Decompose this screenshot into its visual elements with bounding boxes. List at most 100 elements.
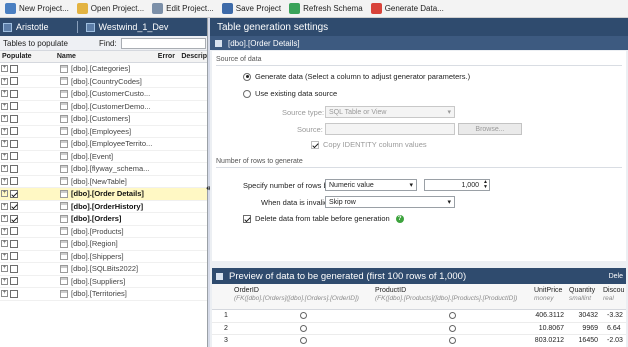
expand-icon[interactable]: +	[1, 290, 8, 298]
populate-checkbox[interactable]	[10, 64, 18, 73]
table-row[interactable]: + [dbo].[Region]	[0, 238, 207, 251]
populate-checkbox[interactable]	[10, 164, 18, 173]
settings-panel: Table generation settings [dbo].[Order D…	[210, 18, 628, 347]
specify-rows-dropdown[interactable]: Numeric value ▾	[325, 179, 417, 191]
expand-icon[interactable]: +	[1, 202, 8, 210]
generate-data-button[interactable]: Generate Data...	[368, 1, 447, 17]
table-row[interactable]: + [dbo].[Order Details]	[0, 188, 207, 201]
existing-source-radio[interactable]	[243, 89, 251, 98]
help-icon[interactable]: ?	[395, 214, 404, 223]
table-row[interactable]: + [dbo].[SQLBits2022]	[0, 263, 207, 276]
preview-row[interactable]: 3 803.0212 16450 -2.03	[212, 335, 626, 347]
refresh-schema-button[interactable]: Refresh Schema	[286, 1, 366, 17]
name-column-header[interactable]: Name	[57, 53, 158, 60]
expand-icon[interactable]: +	[1, 115, 8, 123]
expand-icon[interactable]: +	[1, 140, 8, 148]
error-column-header[interactable]: Error	[158, 53, 182, 60]
table-row[interactable]: + [dbo].[Shippers]	[0, 251, 207, 263]
expand-icon[interactable]: +	[1, 215, 8, 223]
rows-count-input[interactable]: 1,000 ▲ ▼	[424, 179, 490, 191]
unitprice-column-header[interactable]: UnitPrice money	[534, 287, 562, 302]
edit-project-button[interactable]: Edit Project...	[149, 1, 217, 17]
table-row[interactable]: + [dbo].[CustomerCusto...	[0, 88, 207, 101]
productid-column-header[interactable]: ProductID (FK([dbo].[Products]([dbo].[Pro…	[375, 287, 517, 302]
description-column-header[interactable]: Descrip	[181, 53, 207, 60]
expand-icon[interactable]: +	[1, 77, 8, 85]
generate-data-radio[interactable]	[243, 72, 251, 81]
browse-button[interactable]: Browse...	[458, 123, 522, 135]
populate-checkbox[interactable]	[10, 214, 18, 223]
copy-identity-option[interactable]: Copy IDENTITY column values	[311, 140, 427, 149]
new-project-button[interactable]: New Project...	[2, 1, 72, 17]
expand-icon[interactable]: +	[1, 165, 8, 173]
delete-before-generation-option[interactable]: Delete data from table before generation…	[243, 214, 404, 223]
expand-icon[interactable]: +	[1, 102, 8, 110]
table-row[interactable]: + [dbo].[CustomerDemo...	[0, 101, 207, 113]
invalid-data-label: When data is invalid:	[261, 198, 331, 207]
source-type-dropdown[interactable]: SQL Table or View ▾	[325, 106, 455, 118]
table-row[interactable]: + [dbo].[CountryCodes]	[0, 76, 207, 88]
expand-icon[interactable]: +	[1, 90, 8, 98]
populate-checkbox[interactable]	[10, 239, 18, 248]
populate-checkbox[interactable]	[10, 139, 18, 148]
populate-checkbox[interactable]	[10, 189, 18, 198]
populate-checkbox[interactable]	[10, 202, 18, 211]
populate-column-header[interactable]: Populate	[2, 53, 57, 60]
expand-icon[interactable]: +	[1, 65, 8, 73]
table-row[interactable]: + [dbo].[Territories]	[0, 288, 207, 301]
selected-table-header: [dbo].[Order Details]	[210, 36, 628, 50]
populate-checkbox[interactable]	[10, 177, 18, 186]
populate-checkbox[interactable]	[10, 289, 18, 298]
populate-checkbox[interactable]	[10, 277, 18, 286]
table-row[interactable]: + [dbo].[NewTable]	[0, 176, 207, 188]
open-project-button[interactable]: Open Project...	[74, 1, 147, 17]
existing-source-option[interactable]: Use existing data source	[243, 89, 337, 98]
orderid-column-header[interactable]: OrderID (FK([dbo].[Orders]([dbo].[Orders]…	[234, 287, 359, 302]
generate-data-option[interactable]: Generate data (Select a column to adjust…	[243, 72, 470, 81]
spinner-icon[interactable]: ▲ ▼	[483, 180, 488, 190]
expand-icon[interactable]: +	[1, 265, 8, 273]
populate-checkbox[interactable]	[10, 89, 18, 98]
expand-icon[interactable]: +	[1, 240, 8, 248]
table-row[interactable]: + [dbo].[Suppliers]	[0, 276, 207, 288]
expand-icon[interactable]: +	[1, 127, 8, 135]
connection-bar: Aristotle Westwind_1_Dev	[0, 18, 207, 36]
table-row[interactable]: + [dbo].[Categories]	[0, 63, 207, 76]
expand-icon[interactable]: +	[1, 277, 8, 285]
table-row[interactable]: + [dbo].[flyway_schema...	[0, 163, 207, 176]
populate-checkbox[interactable]	[10, 227, 18, 236]
table-row[interactable]: + [dbo].[EmployeeTerrito...	[0, 138, 207, 151]
expand-icon[interactable]: +	[1, 152, 8, 160]
table-row[interactable]: + [dbo].[Event]	[0, 151, 207, 163]
table-row[interactable]: + [dbo].[Customers]	[0, 113, 207, 126]
preview-row[interactable]: 2 10.8067 9969 6.64	[212, 323, 626, 335]
source-input[interactable]	[325, 123, 455, 135]
quantity-value: 16450	[578, 337, 598, 344]
populate-checkbox[interactable]	[10, 114, 18, 123]
populate-checkbox[interactable]	[10, 252, 18, 261]
copy-identity-checkbox[interactable]	[311, 140, 319, 149]
save-project-button[interactable]: Save Project	[219, 1, 284, 17]
populate-checkbox[interactable]	[10, 102, 18, 111]
expand-icon[interactable]: +	[1, 252, 8, 260]
table-row[interactable]: + [dbo].[Products]	[0, 226, 207, 238]
invalid-data-value: Skip row	[329, 198, 356, 206]
delete-before-generation-checkbox[interactable]	[243, 214, 251, 223]
populate-checkbox[interactable]	[10, 152, 18, 161]
table-row[interactable]: + [dbo].[OrderHistory]	[0, 201, 207, 213]
server-connection[interactable]: Aristotle	[0, 22, 49, 32]
populate-checkbox[interactable]	[10, 127, 18, 136]
find-input[interactable]	[120, 37, 206, 49]
populate-checkbox[interactable]	[10, 77, 18, 86]
table-row[interactable]: + [dbo].[Orders]	[0, 213, 207, 226]
expand-icon[interactable]: +	[1, 177, 8, 185]
populate-checkbox[interactable]	[10, 264, 18, 273]
preview-row[interactable]: 1 406.3112 30432 -3.32	[212, 310, 626, 323]
invalid-data-dropdown[interactable]: Skip row ▾	[325, 196, 455, 208]
quantity-column-header[interactable]: Quantity smallint	[569, 287, 595, 302]
discount-column-header[interactable]: Discou real	[603, 287, 624, 302]
table-row[interactable]: + [dbo].[Employees]	[0, 126, 207, 138]
expand-icon[interactable]: +	[1, 190, 8, 198]
database-connection[interactable]: Westwind_1_Dev	[83, 22, 168, 32]
expand-icon[interactable]: +	[1, 227, 8, 235]
